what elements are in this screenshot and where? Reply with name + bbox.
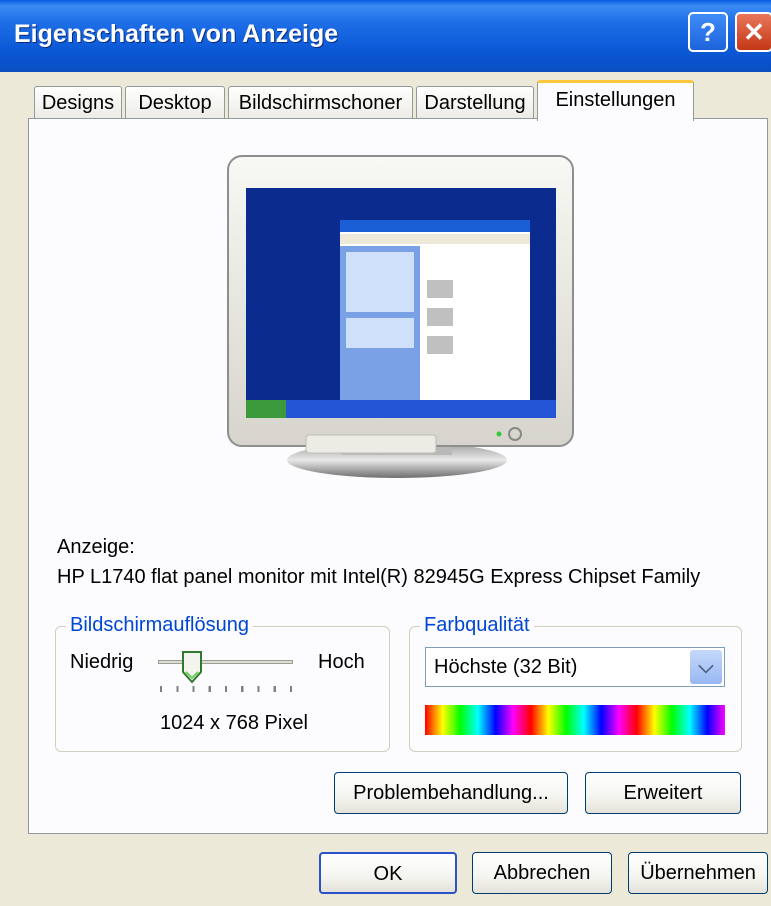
display-label: Anzeige: [57, 536, 135, 558]
title-bar[interactable]: Eigenschaften von Anzeige ? ✕ [0, 0, 771, 72]
color-quality-value: Höchste (32 Bit) [434, 656, 578, 678]
monitor-preview-icon [227, 155, 574, 478]
slider-thumb-icon[interactable] [181, 650, 203, 684]
resolution-value: 1024 x 768 Pixel [160, 712, 308, 734]
color-spectrum-bar [425, 705, 725, 735]
resolution-group-label: Bildschirmauflösung [66, 614, 253, 637]
advanced-button[interactable]: Erweitert [585, 772, 741, 814]
tab-darstellung[interactable]: Darstellung [416, 86, 534, 118]
resolution-slider[interactable] [158, 650, 293, 700]
tab-bildschirmschoner[interactable]: Bildschirmschoner [228, 86, 413, 118]
help-icon[interactable]: ? [688, 12, 728, 52]
tab-desktop[interactable]: Desktop [125, 86, 225, 118]
dropdown-arrow-icon[interactable]: ⌵ [690, 650, 722, 684]
cancel-button[interactable]: Abbrechen [472, 852, 612, 894]
tab-einstellungen[interactable]: Einstellungen [537, 80, 694, 121]
window-title: Eigenschaften von Anzeige [14, 20, 339, 48]
ok-button[interactable]: OK [319, 852, 457, 894]
apply-button[interactable]: Übernehmen [628, 852, 768, 894]
display-properties-dialog: Eigenschaften von Anzeige ? ✕ Designs De… [0, 0, 771, 906]
color-quality-select[interactable]: Höchste (32 Bit) ⌵ [425, 647, 725, 687]
resolution-high-label: Hoch [318, 651, 365, 673]
slider-ticks [160, 686, 292, 692]
display-device-name: HP L1740 flat panel monitor mit Intel(R)… [57, 566, 701, 588]
tab-designs[interactable]: Designs [34, 86, 122, 118]
resolution-low-label: Niedrig [70, 651, 134, 673]
troubleshoot-button[interactable]: Problembehandlung... [334, 772, 568, 814]
color-quality-group-label: Farbqualität [420, 614, 534, 637]
close-icon[interactable]: ✕ [735, 12, 771, 52]
